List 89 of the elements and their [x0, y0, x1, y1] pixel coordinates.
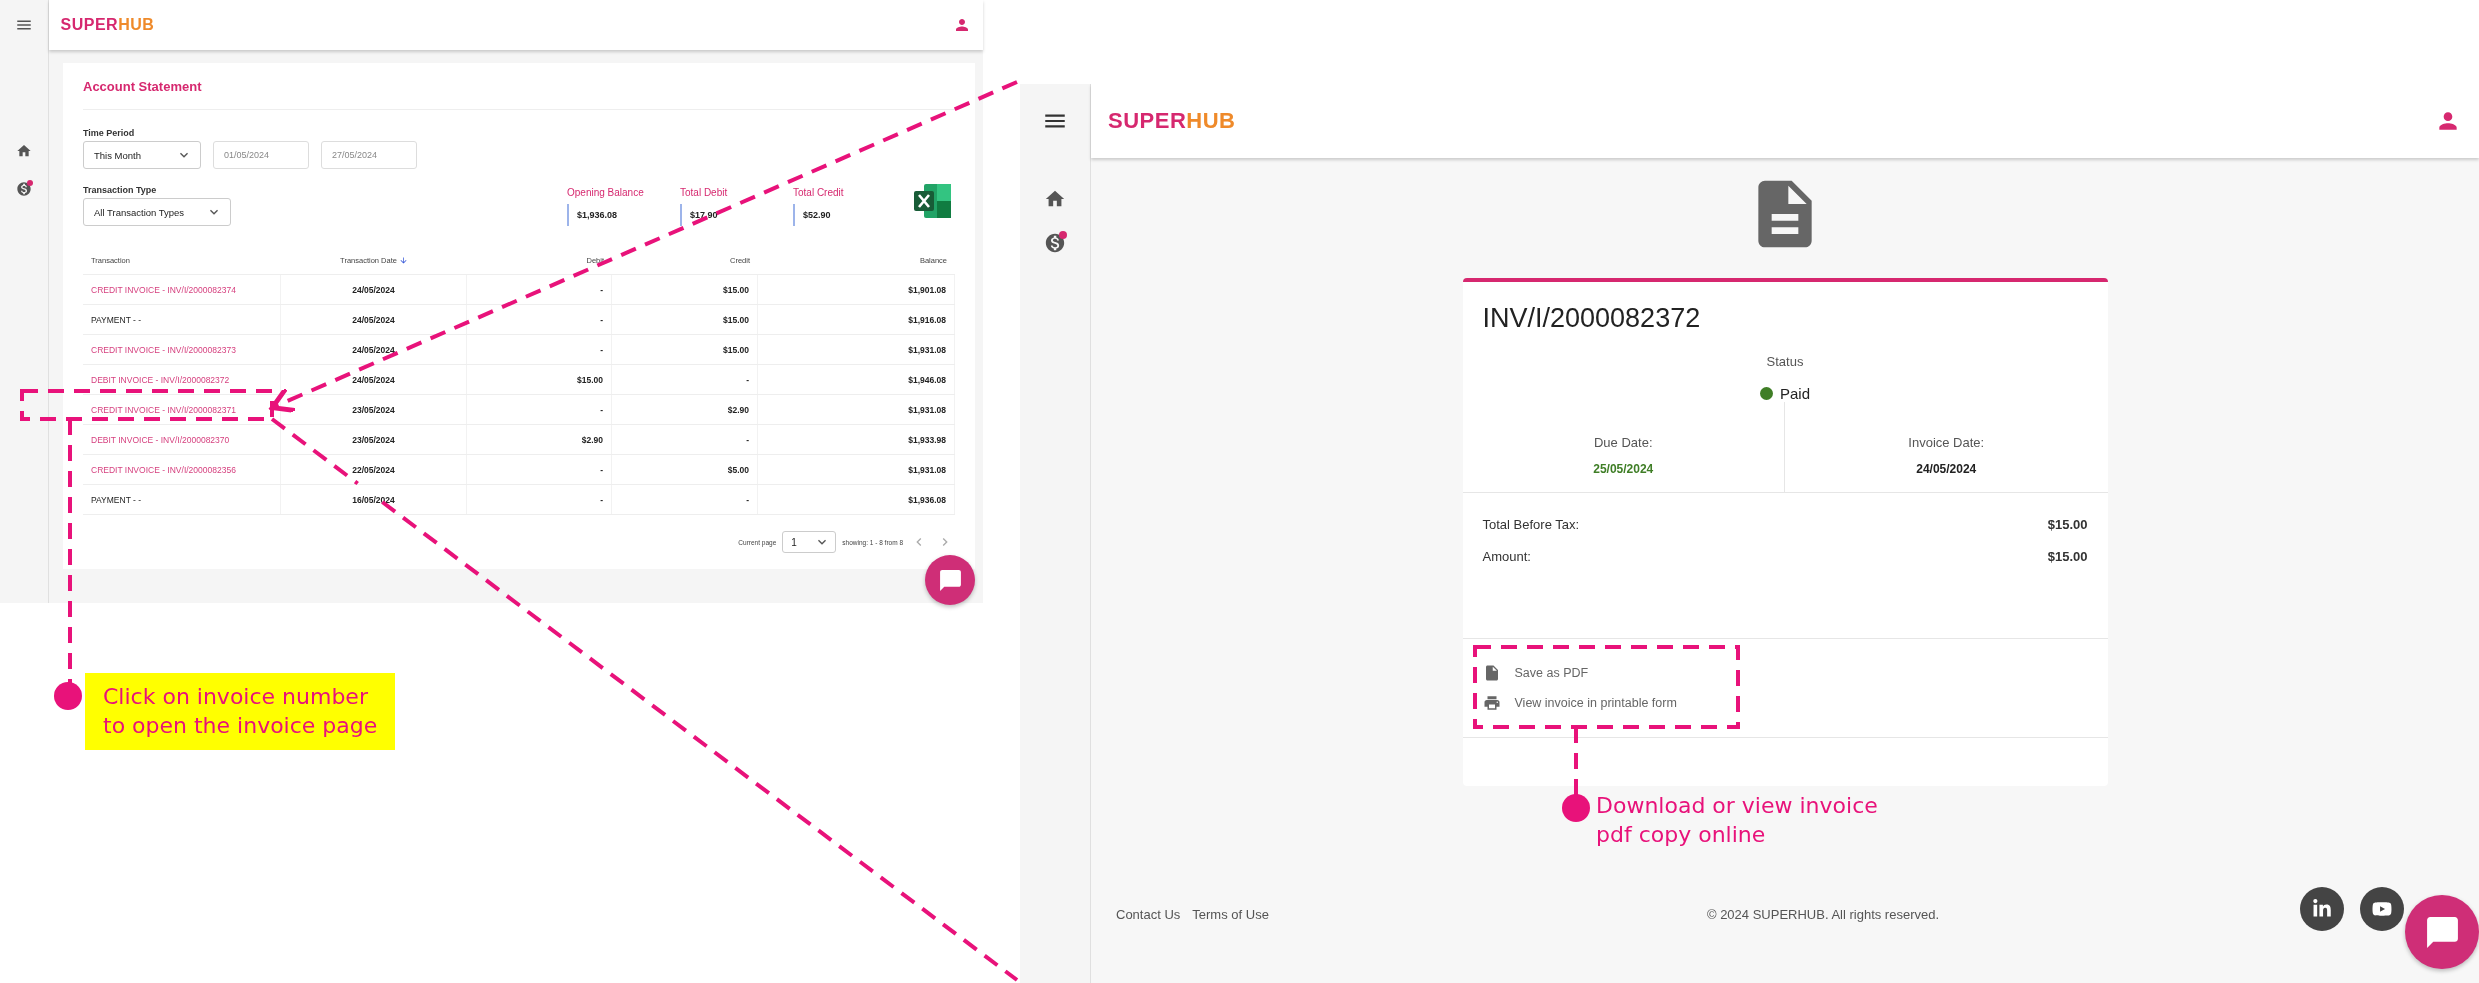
table-cell: $1,901.08 — [758, 275, 955, 304]
footer-link[interactable]: Contact Us — [1116, 906, 1181, 922]
date-value: 25/05/2024 — [1593, 462, 1654, 477]
summary-label: Opening Balance — [567, 187, 645, 198]
copyright-text: © 2024 SUPERHUB. All rights reserved. — [1705, 906, 1941, 922]
table-cell: $1,931.08 — [758, 395, 955, 424]
status-text: Paid — [1780, 384, 1810, 402]
table-cell: $1,946.08 — [758, 365, 955, 394]
callout-text: Download or view invoice pdf copy online — [1596, 792, 1878, 849]
spreadsheet-icon[interactable] — [914, 184, 951, 218]
date-label: Due Date: — [1593, 435, 1653, 450]
brand-logo[interactable]: SUPERHUB — [1108, 108, 1236, 134]
table-cell: 22/05/2024 — [281, 455, 467, 484]
table-cell: $1,916.08 — [758, 305, 955, 334]
table-cell: $1,936.08 — [758, 485, 955, 514]
table-cell: 24/05/2024 — [281, 365, 467, 394]
table-cell: 23/05/2024 — [281, 425, 467, 454]
summary-label: Total Credit — [793, 187, 845, 198]
footer-link[interactable]: Terms of Use — [1192, 906, 1269, 922]
callout-text: Click on invoice number to open the invoice page — [85, 673, 396, 751]
total-value: $15.00 — [2047, 549, 2088, 564]
date-label: Invoice Date: — [1908, 435, 1985, 450]
chat-button[interactable] — [2405, 895, 2479, 969]
callout-dot — [54, 682, 82, 710]
table-cell: $15.00 — [612, 305, 758, 334]
field-label: Transaction Type — [83, 185, 158, 195]
summary-value: $1,936.08 — [567, 204, 674, 226]
table-cell: 24/05/2024 — [281, 275, 467, 304]
table-cell: 23/05/2024 — [281, 395, 467, 424]
date-field[interactable]: 27/05/2024 — [321, 141, 417, 169]
table-cell: $1,931.08 — [758, 455, 955, 484]
table-cell: $1,933.98 — [758, 425, 955, 454]
save-pdf-link[interactable]: Save as PDF — [1482, 664, 1589, 682]
table-cell: - — [612, 485, 758, 514]
invoice-number: INV/I/2000082372 — [1481, 302, 1702, 334]
page-title: Account Statement — [83, 63, 955, 110]
date-field[interactable]: 01/05/2024 — [213, 141, 309, 169]
status-label: Status — [1765, 354, 1805, 370]
type-select[interactable]: All Transaction Types — [83, 198, 231, 226]
total-value: $15.00 — [2047, 517, 2088, 532]
linkedin-icon[interactable] — [2300, 887, 2344, 931]
invoice-link[interactable]: CREDIT INVOICE - INV/I/2000082373 — [83, 335, 281, 364]
table-cell: $15.00 — [612, 275, 758, 304]
table-cell: $5.00 — [612, 455, 758, 484]
brand-logo[interactable]: SUPERHUB — [60, 16, 155, 34]
invoice-link[interactable]: CREDIT INVOICE - INV/I/2000082374 — [83, 275, 281, 304]
table-cell: PAYMENT - - — [83, 485, 281, 514]
table-cell: - — [612, 365, 758, 394]
table-cell: PAYMENT - - — [83, 305, 281, 334]
sort-icon — [398, 255, 408, 265]
table-cell: - — [467, 455, 612, 484]
table-cell: - — [612, 425, 758, 454]
chat-button[interactable] — [925, 555, 975, 605]
period-select[interactable]: This Month — [83, 141, 201, 169]
table-cell: $15.00 — [467, 365, 612, 394]
table-cell: - — [467, 305, 612, 334]
page-select[interactable]: 1 — [782, 531, 837, 553]
table-cell: - — [467, 395, 612, 424]
total-label: Amount: — [1482, 549, 1531, 564]
summary-value: $17.90 — [680, 204, 787, 226]
chat-icon — [937, 567, 963, 593]
status-dot — [1760, 386, 1773, 400]
table-cell: - — [467, 275, 612, 304]
table-cell: - — [467, 485, 612, 514]
leader-line — [1574, 727, 1578, 795]
callout-dot — [1562, 794, 1590, 822]
table-cell: $2.90 — [467, 425, 612, 454]
invoice-link[interactable]: DEBIT INVOICE - INV/I/2000082370 — [83, 425, 281, 454]
home-icon[interactable] — [16, 143, 32, 159]
table-cell: 24/05/2024 — [281, 335, 467, 364]
printer-icon — [1482, 694, 1501, 712]
total-label: Total Before Tax: — [1482, 517, 1580, 532]
summary-value: $52.90 — [793, 204, 900, 226]
invoice-link[interactable]: CREDIT INVOICE - INV/I/2000082371 — [83, 395, 281, 424]
table-cell: $15.00 — [612, 335, 758, 364]
field-label: Time Period — [83, 128, 136, 138]
table-cell: 24/05/2024 — [281, 305, 467, 334]
table-cell: - — [467, 335, 612, 364]
summary-label: Total Debit — [680, 187, 729, 198]
table-cell: $1,931.08 — [758, 335, 955, 364]
date-value: 24/05/2024 — [1916, 462, 1977, 477]
youtube-icon[interactable] — [2360, 887, 2404, 931]
invoice-link[interactable]: DEBIT INVOICE - INV/I/2000082372 — [83, 365, 281, 394]
invoice-link[interactable]: CREDIT INVOICE - INV/I/2000082356 — [83, 455, 281, 484]
table-cell: $2.90 — [612, 395, 758, 424]
table-cell: 16/05/2024 — [281, 485, 467, 514]
money-icon[interactable] — [16, 181, 32, 197]
money-icon[interactable] — [1044, 232, 1066, 254]
print-link[interactable]: View invoice in printable form — [1482, 694, 1677, 712]
